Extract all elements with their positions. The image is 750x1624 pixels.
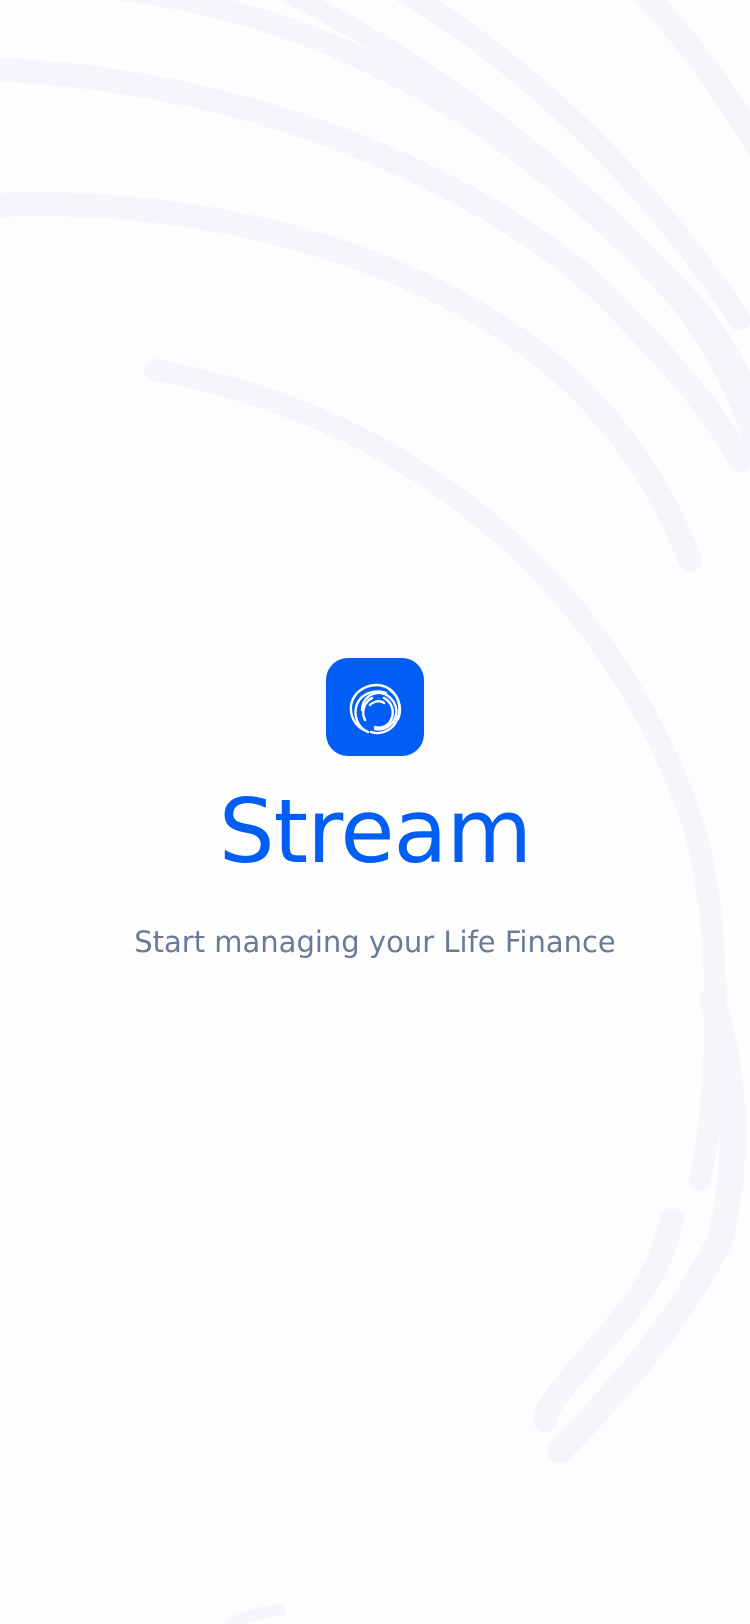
app-logo-icon: [326, 658, 424, 756]
splash-screen: Stream Start managing your Life Finance: [0, 0, 750, 1624]
stream-swirl-icon: [349, 683, 402, 735]
tagline: Start managing your Life Finance: [134, 925, 616, 959]
app-name: Stream: [218, 780, 532, 883]
